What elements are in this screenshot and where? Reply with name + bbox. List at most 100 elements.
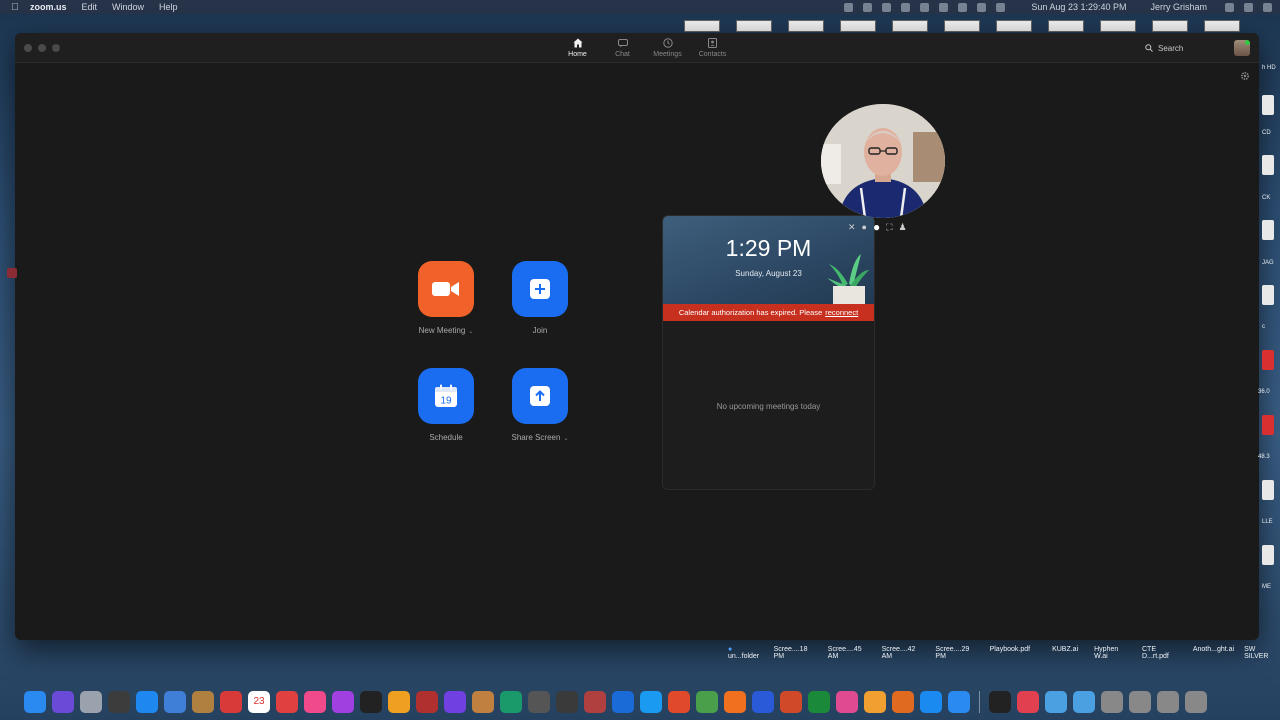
time-machine-icon[interactable] xyxy=(939,2,949,12)
desktop-file-label[interactable]: Hyphen W.ai xyxy=(1094,646,1132,660)
join-button[interactable]: Join xyxy=(495,261,585,335)
bluetooth-icon[interactable] xyxy=(958,2,968,12)
tab-contacts[interactable]: Contacts xyxy=(690,37,735,58)
dock-app-icon[interactable] xyxy=(612,691,634,713)
desktop-file-thumbnail[interactable] xyxy=(892,20,928,32)
dock-app-icon[interactable] xyxy=(24,691,46,713)
dock-app-icon[interactable] xyxy=(724,691,746,713)
dock-app-icon[interactable] xyxy=(220,691,242,713)
reconnect-link[interactable]: reconnect xyxy=(825,308,858,317)
volume-icon[interactable] xyxy=(996,2,1006,12)
menubar-clock[interactable]: Sun Aug 23 1:29:40 PM xyxy=(1031,2,1126,12)
schedule-button[interactable]: 19 Schedule xyxy=(401,368,491,442)
menu-app-name[interactable]: zoom.us xyxy=(30,2,67,12)
desktop-file-thumbnail[interactable] xyxy=(684,20,720,32)
dock-app-icon[interactable] xyxy=(332,691,354,713)
desktop-file-thumbnail[interactable] xyxy=(944,20,980,32)
desktop-file-icon[interactable] xyxy=(1262,415,1274,435)
desktop-file-label[interactable]: KUBZ.ai xyxy=(1052,646,1078,660)
dock-app-icon[interactable] xyxy=(864,691,886,713)
desktop-file-label[interactable]: Scree....18 PM xyxy=(774,646,818,660)
desktop-file-thumbnail[interactable] xyxy=(788,20,824,32)
dock-app-icon[interactable] xyxy=(416,691,438,713)
apple-menu-icon[interactable]:  xyxy=(8,2,22,13)
desktop-file-label[interactable]: Scree....45 AM xyxy=(828,646,872,660)
wifi-icon[interactable] xyxy=(977,2,987,12)
dock-app-icon[interactable] xyxy=(668,691,690,713)
desktop-file-label[interactable]: Playbook.pdf xyxy=(990,646,1030,660)
dock-app-icon[interactable] xyxy=(696,691,718,713)
desktop-file-icon[interactable] xyxy=(1262,285,1274,305)
siri-icon[interactable] xyxy=(1244,2,1253,12)
desktop-file-thumbnail[interactable] xyxy=(840,20,876,32)
dock-app-icon[interactable] xyxy=(752,691,774,713)
desktop-file-label[interactable]: CTE D...rt.pdf xyxy=(1142,646,1183,660)
dock-app-icon[interactable] xyxy=(1157,691,1179,713)
dock-app-icon[interactable] xyxy=(989,691,1011,713)
new-meeting-button[interactable]: New Meeting ⌄ xyxy=(401,261,491,335)
dock-app-icon[interactable] xyxy=(500,691,522,713)
spotlight-icon[interactable] xyxy=(1225,2,1234,12)
tab-meetings[interactable]: Meetings xyxy=(645,37,690,58)
dock-app-icon[interactable] xyxy=(388,691,410,713)
desktop-file-icon[interactable] xyxy=(1262,220,1274,240)
dock-app-icon[interactable] xyxy=(948,691,970,713)
small-size-icon[interactable]: ● xyxy=(862,222,867,232)
desktop-file-label[interactable]: Scree....42 AM xyxy=(882,646,926,660)
dock-app-icon[interactable] xyxy=(808,691,830,713)
dock-app-icon[interactable] xyxy=(80,691,102,713)
dock-app-icon[interactable] xyxy=(164,691,186,713)
dock-app-icon[interactable] xyxy=(1073,691,1095,713)
window-titlebar[interactable]: Home Chat Meetings Contacts Search xyxy=(15,33,1259,63)
chevron-down-icon[interactable]: ⌄ xyxy=(563,436,568,442)
tray-app-icon[interactable] xyxy=(844,2,854,12)
large-size-icon[interactable]: ● xyxy=(873,220,880,234)
dock-app-icon[interactable] xyxy=(136,691,158,713)
dock-app-icon[interactable] xyxy=(920,691,942,713)
tray-app-icon[interactable] xyxy=(882,2,892,12)
person-icon[interactable]: ♟ xyxy=(899,222,907,233)
desktop-file-thumbnail[interactable] xyxy=(1048,20,1084,32)
dock-app-icon[interactable] xyxy=(1101,691,1123,713)
minimize-window-button[interactable] xyxy=(38,44,46,52)
tray-app-icon[interactable] xyxy=(863,2,873,12)
desktop-file-thumbnail[interactable] xyxy=(1152,20,1188,32)
desktop-file-icon[interactable] xyxy=(1262,155,1274,175)
dock-app-icon[interactable] xyxy=(892,691,914,713)
desktop-file-thumbnail[interactable] xyxy=(1100,20,1136,32)
search-input[interactable]: Search xyxy=(1140,40,1224,56)
dock-app-icon[interactable] xyxy=(836,691,858,713)
dock-app-icon[interactable] xyxy=(472,691,494,713)
tray-app-icon[interactable] xyxy=(920,2,930,12)
desktop-file-label[interactable]: Anoth...ght.ai xyxy=(1193,646,1234,660)
zoom-window-button[interactable] xyxy=(52,44,60,52)
dock-app-icon[interactable] xyxy=(1185,691,1207,713)
desktop-file-icon[interactable] xyxy=(1262,480,1274,500)
notification-center-icon[interactable] xyxy=(1263,2,1272,12)
dock-app-icon[interactable] xyxy=(584,691,606,713)
desktop-file-label[interactable]: ● un...folder xyxy=(728,646,764,660)
dock-app-icon[interactable] xyxy=(556,691,578,713)
profile-avatar[interactable] xyxy=(1234,40,1250,56)
close-icon[interactable]: ✕ xyxy=(848,222,856,233)
desktop-file-label[interactable]: Scree....29 PM xyxy=(935,646,979,660)
desktop-file-thumbnail[interactable] xyxy=(1204,20,1240,32)
settings-gear-icon[interactable] xyxy=(1240,71,1250,81)
dock-app-icon[interactable] xyxy=(1045,691,1067,713)
webcam-bubble[interactable] xyxy=(821,104,945,218)
fullscreen-icon[interactable]: ⛶ xyxy=(886,222,892,233)
desktop-file-icon[interactable] xyxy=(1262,350,1274,370)
dock-app-icon[interactable] xyxy=(192,691,214,713)
desktop-file-label[interactable]: SW SILVER xyxy=(1244,646,1280,660)
menubar-user[interactable]: Jerry Grisham xyxy=(1150,2,1207,12)
tab-home[interactable]: Home xyxy=(555,37,600,58)
dock-app-icon[interactable] xyxy=(444,691,466,713)
chevron-down-icon[interactable]: ⌄ xyxy=(468,329,473,335)
dock-app-icon[interactable] xyxy=(528,691,550,713)
dock-app-icon[interactable] xyxy=(304,691,326,713)
menu-help[interactable]: Help xyxy=(159,2,178,12)
dock-app-icon[interactable] xyxy=(276,691,298,713)
desktop-file-icon[interactable] xyxy=(1262,95,1274,115)
tray-app-icon[interactable] xyxy=(901,2,911,12)
dock-app-icon[interactable] xyxy=(1129,691,1151,713)
